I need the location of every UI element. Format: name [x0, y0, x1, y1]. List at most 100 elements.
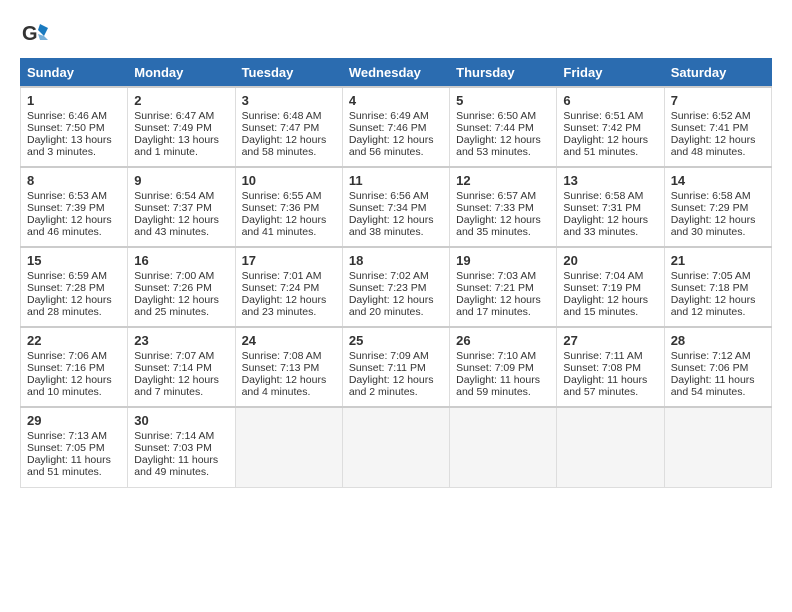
day-number: 6: [563, 93, 657, 108]
sunset: Sunset: 7:11 PM: [349, 362, 426, 374]
sunset: Sunset: 7:36 PM: [242, 202, 320, 214]
sunrise: Sunrise: 7:14 AM: [134, 430, 214, 442]
calendar-cell: 7 Sunrise: 6:52 AM Sunset: 7:41 PM Dayli…: [664, 87, 771, 167]
calendar-cell: 27 Sunrise: 7:11 AM Sunset: 7:08 PM Dayl…: [557, 327, 664, 407]
sunrise: Sunrise: 6:59 AM: [27, 270, 107, 282]
sunset: Sunset: 7:26 PM: [134, 282, 212, 294]
daylight: Daylight: 12 hours and 23 minutes.: [242, 294, 327, 318]
sunrise: Sunrise: 7:09 AM: [349, 350, 429, 362]
sunrise: Sunrise: 7:08 AM: [242, 350, 322, 362]
sunrise: Sunrise: 7:07 AM: [134, 350, 214, 362]
sunrise: Sunrise: 6:52 AM: [671, 110, 751, 122]
daylight: Daylight: 12 hours and 15 minutes.: [563, 294, 648, 318]
day-number: 8: [27, 173, 121, 188]
sunrise: Sunrise: 7:00 AM: [134, 270, 214, 282]
day-number: 24: [242, 333, 336, 348]
day-number: 28: [671, 333, 765, 348]
day-number: 13: [563, 173, 657, 188]
calendar-cell: 9 Sunrise: 6:54 AM Sunset: 7:37 PM Dayli…: [128, 167, 235, 247]
week-row-2: 8 Sunrise: 6:53 AM Sunset: 7:39 PM Dayli…: [21, 167, 772, 247]
day-number: 22: [27, 333, 121, 348]
sunset: Sunset: 7:23 PM: [349, 282, 427, 294]
sunset: Sunset: 7:50 PM: [27, 122, 105, 134]
sunrise: Sunrise: 7:01 AM: [242, 270, 322, 282]
sunset: Sunset: 7:05 PM: [27, 442, 105, 454]
svg-text:G: G: [22, 23, 38, 45]
calendar-cell: 18 Sunrise: 7:02 AM Sunset: 7:23 PM Dayl…: [342, 247, 449, 327]
logo: G: [20, 20, 52, 48]
calendar-cell: [342, 407, 449, 487]
calendar-cell: 30 Sunrise: 7:14 AM Sunset: 7:03 PM Dayl…: [128, 407, 235, 487]
sunrise: Sunrise: 6:58 AM: [671, 190, 751, 202]
day-number: 12: [456, 173, 550, 188]
calendar-cell: 28 Sunrise: 7:12 AM Sunset: 7:06 PM Dayl…: [664, 327, 771, 407]
sunrise: Sunrise: 7:12 AM: [671, 350, 751, 362]
day-number: 21: [671, 253, 765, 268]
header-row: SundayMondayTuesdayWednesdayThursdayFrid…: [21, 59, 772, 88]
calendar-cell: 1 Sunrise: 6:46 AM Sunset: 7:50 PM Dayli…: [21, 87, 128, 167]
day-number: 30: [134, 413, 228, 428]
daylight: Daylight: 12 hours and 56 minutes.: [349, 134, 434, 158]
daylight: Daylight: 12 hours and 20 minutes.: [349, 294, 434, 318]
sunset: Sunset: 7:39 PM: [27, 202, 105, 214]
sunset: Sunset: 7:31 PM: [563, 202, 641, 214]
sunset: Sunset: 7:44 PM: [456, 122, 534, 134]
day-number: 17: [242, 253, 336, 268]
calendar-cell: 11 Sunrise: 6:56 AM Sunset: 7:34 PM Dayl…: [342, 167, 449, 247]
sunset: Sunset: 7:42 PM: [563, 122, 641, 134]
sunset: Sunset: 7:34 PM: [349, 202, 427, 214]
calendar-cell: 3 Sunrise: 6:48 AM Sunset: 7:47 PM Dayli…: [235, 87, 342, 167]
daylight: Daylight: 12 hours and 41 minutes.: [242, 214, 327, 238]
daylight: Daylight: 11 hours and 57 minutes.: [563, 374, 647, 398]
calendar-cell: 10 Sunrise: 6:55 AM Sunset: 7:36 PM Dayl…: [235, 167, 342, 247]
daylight: Daylight: 12 hours and 33 minutes.: [563, 214, 648, 238]
day-number: 15: [27, 253, 121, 268]
sunrise: Sunrise: 6:57 AM: [456, 190, 536, 202]
daylight: Daylight: 12 hours and 25 minutes.: [134, 294, 219, 318]
calendar-cell: 8 Sunrise: 6:53 AM Sunset: 7:39 PM Dayli…: [21, 167, 128, 247]
day-number: 7: [671, 93, 765, 108]
daylight: Daylight: 12 hours and 46 minutes.: [27, 214, 112, 238]
day-number: 20: [563, 253, 657, 268]
sunset: Sunset: 7:13 PM: [242, 362, 320, 374]
daylight: Daylight: 13 hours and 3 minutes.: [27, 134, 112, 158]
day-number: 10: [242, 173, 336, 188]
week-row-3: 15 Sunrise: 6:59 AM Sunset: 7:28 PM Dayl…: [21, 247, 772, 327]
daylight: Daylight: 12 hours and 35 minutes.: [456, 214, 541, 238]
day-number: 1: [27, 93, 121, 108]
sunset: Sunset: 7:24 PM: [242, 282, 320, 294]
daylight: Daylight: 11 hours and 59 minutes.: [456, 374, 540, 398]
sunrise: Sunrise: 7:11 AM: [563, 350, 642, 362]
daylight: Daylight: 12 hours and 4 minutes.: [242, 374, 327, 398]
sunset: Sunset: 7:37 PM: [134, 202, 212, 214]
daylight: Daylight: 12 hours and 43 minutes.: [134, 214, 219, 238]
header-day-wednesday: Wednesday: [342, 59, 449, 88]
day-number: 19: [456, 253, 550, 268]
calendar-cell: 23 Sunrise: 7:07 AM Sunset: 7:14 PM Dayl…: [128, 327, 235, 407]
calendar-cell: 6 Sunrise: 6:51 AM Sunset: 7:42 PM Dayli…: [557, 87, 664, 167]
day-number: 26: [456, 333, 550, 348]
sunrise: Sunrise: 6:49 AM: [349, 110, 429, 122]
calendar-cell: 24 Sunrise: 7:08 AM Sunset: 7:13 PM Dayl…: [235, 327, 342, 407]
sunrise: Sunrise: 7:04 AM: [563, 270, 643, 282]
calendar-cell: 22 Sunrise: 7:06 AM Sunset: 7:16 PM Dayl…: [21, 327, 128, 407]
sunset: Sunset: 7:08 PM: [563, 362, 641, 374]
day-number: 29: [27, 413, 121, 428]
daylight: Daylight: 12 hours and 2 minutes.: [349, 374, 434, 398]
day-number: 9: [134, 173, 228, 188]
calendar-cell: [557, 407, 664, 487]
calendar-cell: 26 Sunrise: 7:10 AM Sunset: 7:09 PM Dayl…: [450, 327, 557, 407]
calendar-cell: 15 Sunrise: 6:59 AM Sunset: 7:28 PM Dayl…: [21, 247, 128, 327]
week-row-1: 1 Sunrise: 6:46 AM Sunset: 7:50 PM Dayli…: [21, 87, 772, 167]
daylight: Daylight: 12 hours and 12 minutes.: [671, 294, 756, 318]
daylight: Daylight: 12 hours and 51 minutes.: [563, 134, 648, 158]
header-day-monday: Monday: [128, 59, 235, 88]
calendar-cell: 2 Sunrise: 6:47 AM Sunset: 7:49 PM Dayli…: [128, 87, 235, 167]
sunrise: Sunrise: 7:06 AM: [27, 350, 107, 362]
header-day-saturday: Saturday: [664, 59, 771, 88]
logo-icon: G: [20, 20, 48, 48]
calendar-cell: 5 Sunrise: 6:50 AM Sunset: 7:44 PM Dayli…: [450, 87, 557, 167]
header-day-thursday: Thursday: [450, 59, 557, 88]
calendar-cell: 29 Sunrise: 7:13 AM Sunset: 7:05 PM Dayl…: [21, 407, 128, 487]
sunset: Sunset: 7:49 PM: [134, 122, 212, 134]
